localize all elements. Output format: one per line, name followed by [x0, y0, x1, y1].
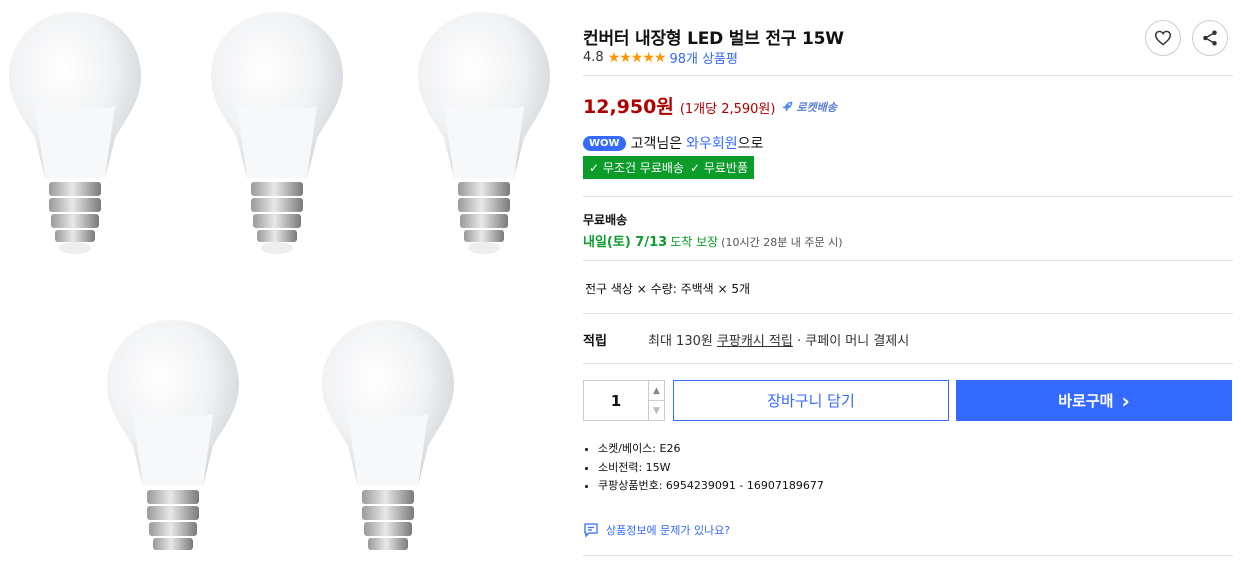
quantity-steppers: ▲ ▼	[648, 381, 664, 420]
bulb-image-1	[5, 10, 145, 260]
rating-score: 4.8	[583, 50, 604, 65]
arrival-guarantee: 도착 보장	[670, 235, 719, 249]
rating-stars: ★★★★★	[607, 49, 667, 66]
add-to-cart-button[interactable]: 장바구니 담기	[673, 380, 949, 421]
product-image[interactable]	[0, 0, 560, 566]
chevron-down-icon: ▼	[653, 405, 660, 416]
points-row: 적립 최대 130원 쿠팡캐시 적립 · 쿠페이 머니 결제시	[583, 330, 909, 349]
spec-item: 쿠팡상품번호: 6954239091 - 16907189677	[598, 477, 824, 496]
coupang-cash-link[interactable]: 쿠팡캐시 적립	[717, 330, 793, 349]
bulb-image-5	[318, 318, 458, 566]
quantity-input[interactable]	[584, 381, 648, 420]
arrival-row: 내일(토) 7/13 도착 보장 (10시간 28분 내 주문 시)	[583, 231, 843, 250]
arrival-date: 내일(토) 7/13	[583, 235, 668, 250]
bulb-image-4	[103, 318, 243, 566]
points-label: 적립	[583, 334, 607, 349]
spec-item: 소켓/베이스: E26	[598, 440, 824, 459]
quantity-increase-button[interactable]: ▲	[649, 381, 664, 400]
price-row: 12,950원 (1개당 2,590원) 로켓배송	[583, 92, 837, 119]
divider	[583, 313, 1233, 314]
bulb-image-2	[207, 10, 347, 260]
chevron-up-icon: ▲	[653, 385, 660, 396]
product-title: 컨버터 내장형 LED 벌브 전구 15W	[583, 29, 844, 49]
divider	[583, 196, 1233, 197]
share-button[interactable]	[1192, 20, 1228, 56]
chat-icon	[584, 523, 598, 538]
wow-badge: WOW	[583, 135, 626, 151]
wow-member-row: WOW 고객님은 와우회원 으로	[583, 133, 763, 153]
rocket-icon	[783, 101, 793, 112]
points-suffix: · 쿠페이 머니 결제시	[797, 334, 910, 349]
divider	[583, 260, 1233, 261]
free-return-benefit: ✓ 무료반품	[689, 161, 748, 175]
wow-benefit-badge: ✓ 무조건 무료배송 ✓ 무료반품	[583, 156, 754, 179]
spec-item: 소비전력: 15W	[598, 459, 824, 478]
wow-prefix: 고객님은	[630, 136, 683, 152]
bulb-image-3	[414, 10, 554, 260]
shipping-label: 무료배송	[583, 213, 628, 227]
review-count-link[interactable]: 98개 상품평	[669, 48, 738, 67]
divider	[583, 75, 1233, 76]
unit-price: (1개당 2,590원)	[679, 102, 776, 117]
product-info-panel: 컨버터 내장형 LED 벌브 전구 15W 4.8 ★★★★★ 98개 상품평 …	[583, 0, 1233, 566]
divider	[583, 363, 1233, 364]
sale-price: 12,950원	[583, 96, 674, 118]
buy-now-label: 바로구매	[1058, 392, 1114, 410]
selected-option: 전구 색상 × 수량: 주백색 × 5개	[585, 282, 751, 296]
order-cutoff: (10시간 28분 내 주문 시)	[721, 236, 843, 249]
free-shipping-benefit: ✓ 무조건 무료배송	[589, 161, 684, 175]
report-problem-label: 상품정보에 문제가 있나요?	[606, 524, 731, 537]
share-icon	[1203, 30, 1217, 46]
rocket-label: 로켓배송	[796, 100, 837, 114]
quantity-decrease-button[interactable]: ▼	[649, 400, 664, 420]
rocket-delivery-badge: 로켓배송	[781, 99, 837, 115]
divider	[583, 555, 1233, 556]
points-prefix: 최대 130원	[648, 334, 713, 349]
heart-icon	[1154, 30, 1172, 46]
quantity-stepper: ▲ ▼	[583, 380, 665, 421]
chevron-right-icon: ›	[1121, 388, 1130, 413]
rating-row: 4.8 ★★★★★ 98개 상품평	[583, 48, 738, 68]
wishlist-button[interactable]	[1145, 20, 1181, 56]
wow-member-link[interactable]: 와우회원	[686, 133, 738, 153]
buy-now-button[interactable]: 바로구매 ›	[956, 380, 1232, 421]
spec-list: 소켓/베이스: E26 소비전력: 15W 쿠팡상품번호: 6954239091…	[583, 440, 824, 496]
report-problem-link[interactable]: 상품정보에 문제가 있나요?	[583, 522, 730, 538]
wow-suffix: 으로	[737, 136, 764, 152]
